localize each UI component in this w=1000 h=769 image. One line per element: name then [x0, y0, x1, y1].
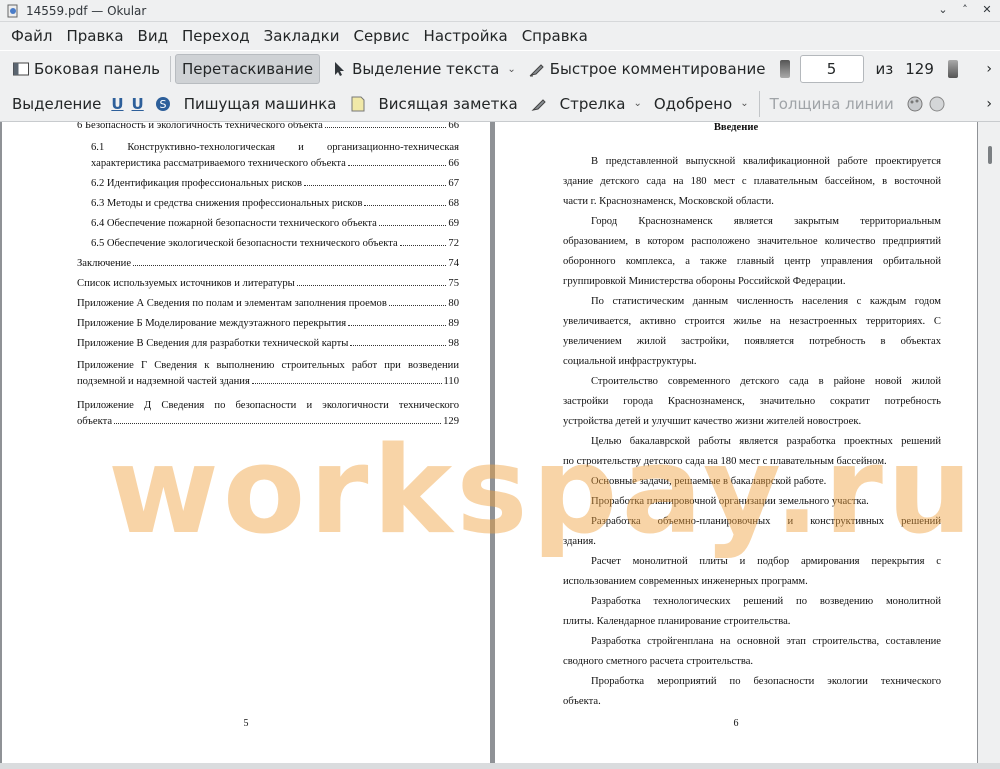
title-bar: 14559.pdf — Okular ⌄ ˄ ✕: [0, 0, 1000, 22]
toc-entry: Приложение Б Моделирование междуэтажного…: [77, 318, 459, 329]
stamp-label: Одобрено: [653, 94, 733, 113]
text-select-label: Выделение текста: [352, 60, 500, 78]
squiggly-underline-icon[interactable]: U: [132, 95, 144, 113]
toc-entry: Список используемых источников и литерат…: [77, 278, 459, 289]
toc-entry: 6.4 Обеспечение пожарной безопасности те…: [91, 218, 459, 229]
typewriter-label: Пишущая машинка: [183, 94, 337, 113]
menu-go[interactable]: Переход: [175, 27, 257, 45]
pinned-note-button[interactable]: Висящая заметка: [373, 89, 524, 119]
menu-help[interactable]: Справка: [515, 27, 595, 45]
menu-bar: Файл Правка Вид Переход Закладки Сервис …: [0, 22, 1000, 50]
toc-entry: Заключение 74: [77, 258, 459, 269]
text-select-button[interactable]: Выделение текста ⌄: [324, 54, 522, 84]
sidebar-icon: [13, 62, 29, 76]
arrow-label: Стрелка: [559, 94, 626, 113]
drag-mode-label: Перетаскивание: [182, 60, 314, 78]
drag-mode-button[interactable]: Перетаскивание: [175, 54, 321, 84]
menu-settings[interactable]: Настройка: [417, 27, 515, 45]
underline-icon[interactable]: U: [111, 95, 123, 113]
color-palette-icon[interactable]: [906, 95, 924, 113]
menu-tools[interactable]: Сервис: [346, 27, 416, 45]
toc-entry: Приложение Д Сведения по безопасности и …: [77, 400, 459, 427]
strikeout-icon[interactable]: S: [154, 95, 172, 113]
menu-bookmarks[interactable]: Закладки: [257, 27, 347, 45]
opacity-icon[interactable]: [928, 95, 946, 113]
intro-body: В представленной выпускной квалификацион…: [563, 156, 941, 707]
page-number: 6: [733, 718, 739, 729]
toc-entry: 6 Безопасность и экологичность техническ…: [77, 122, 459, 131]
selection-button[interactable]: Выделение: [6, 89, 107, 119]
next-page-icon[interactable]: [947, 60, 958, 78]
pdf-page-5: 6 Безопасность и экологичность техническ…: [2, 122, 490, 763]
window-title: 14559.pdf — Okular: [26, 3, 147, 18]
maximize-button[interactable]: ˄: [958, 3, 972, 17]
toc-entry: Приложение Г Сведения к выполнению строи…: [77, 360, 459, 387]
line-width-label: Толщина линии: [769, 94, 894, 113]
quick-comment-button[interactable]: Быстрое комментирование: [522, 54, 772, 84]
toc-entry: Приложение А Сведения по полам и элемент…: [77, 298, 459, 309]
toolbar-separator: [758, 90, 760, 117]
scrollbar-thumb[interactable]: [988, 146, 992, 164]
menu-edit[interactable]: Правка: [59, 27, 130, 45]
stamp-button[interactable]: Одобрено ⌄: [648, 89, 755, 119]
toc-entry: 6.2 Идентификация профессиональных риско…: [91, 178, 459, 189]
toc-entry: Приложение В Сведения для разработки тех…: [77, 338, 459, 349]
marker-pen-icon: [529, 64, 544, 77]
annotation-toolbar: Выделение U U S Пишущая машинка Висящая …: [0, 86, 1000, 122]
sidebar-button[interactable]: Боковая панель: [6, 54, 166, 84]
svg-text:S: S: [159, 98, 166, 111]
page-number-input[interactable]: 5: [799, 55, 864, 83]
main-toolbar: Боковая панель Перетаскивание Выделение …: [0, 51, 1000, 87]
close-button[interactable]: ✕: [980, 3, 994, 17]
toolbar-overflow-icon[interactable]: ›: [986, 96, 992, 112]
toc-entry: 6.5 Обеспечение экологической безопаснос…: [91, 238, 459, 249]
toc-entry: 6.1 Конструктивно-технологическая и орга…: [91, 142, 459, 169]
pdf-page-6: Введение В представленной выпускной квал…: [495, 122, 977, 763]
section-title: Введение: [713, 122, 759, 133]
previous-page-icon[interactable]: [779, 60, 790, 78]
selection-label: Выделение: [12, 94, 102, 113]
toolbar-separator: [170, 56, 171, 82]
vertical-scrollbar[interactable]: [978, 122, 1000, 763]
menu-file[interactable]: Файл: [4, 27, 59, 45]
chevron-down-icon[interactable]: ⌄: [740, 98, 748, 109]
menu-view[interactable]: Вид: [131, 27, 175, 45]
toc-entry: 6.3 Методы и средства снижения профессио…: [91, 198, 459, 209]
pinned-note-label: Висящая заметка: [378, 94, 518, 113]
chevron-down-icon[interactable]: ⌄: [507, 64, 515, 75]
horizontal-scrollbar[interactable]: [0, 763, 1000, 769]
note-icon[interactable]: [349, 95, 367, 113]
chevron-down-icon[interactable]: ⌄: [633, 98, 641, 109]
arrow-button[interactable]: Стрелка ⌄: [554, 89, 648, 119]
sidebar-label: Боковая панель: [34, 60, 160, 78]
cursor-icon: [335, 62, 345, 76]
page-total-label: 129: [905, 60, 934, 78]
line-width-button[interactable]: Толщина линии: [764, 89, 900, 119]
page-of-label: из: [875, 60, 894, 78]
quick-comment-label: Быстрое комментирование: [549, 60, 766, 78]
typewriter-button[interactable]: Пишущая машинка: [178, 89, 343, 119]
toolbar-overflow-icon[interactable]: ›: [986, 61, 992, 77]
okular-app-icon: [7, 4, 18, 17]
pen-icon[interactable]: [530, 95, 548, 113]
minimize-button[interactable]: ⌄: [936, 3, 950, 17]
document-view[interactable]: 6 Безопасность и экологичность техническ…: [0, 122, 1000, 763]
page-number: 5: [243, 718, 249, 729]
